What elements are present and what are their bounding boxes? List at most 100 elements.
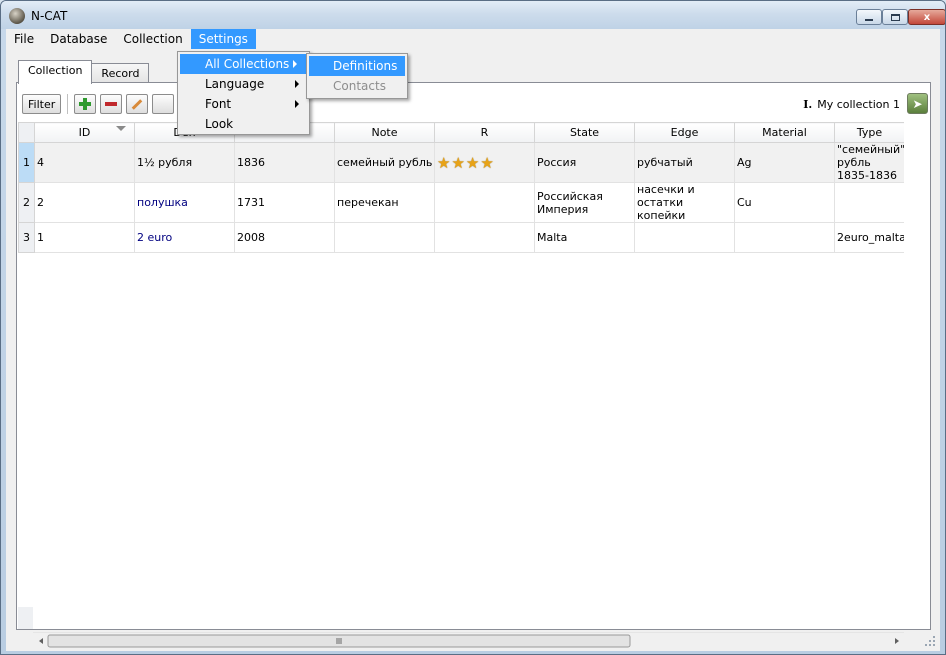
cell-state[interactable]: Россия — [534, 142, 635, 183]
horizontal-scrollbar[interactable] — [33, 632, 904, 649]
tab-strip: Collection Record — [18, 60, 150, 84]
cell-edge[interactable]: рубчатый — [634, 142, 735, 183]
menu-item-font[interactable]: Font — [178, 94, 309, 114]
cell-den[interactable]: 1½ рубля — [134, 142, 235, 183]
collection-name: My collection 1 — [817, 98, 900, 111]
cell-material[interactable]: Ag — [734, 142, 835, 183]
maximize-icon — [890, 13, 900, 21]
cell-id[interactable]: 1 — [34, 222, 135, 253]
app-window: N-CAT x File Database Collection Setting… — [0, 0, 946, 655]
col-header-material[interactable]: Material — [734, 122, 835, 143]
star-icon: ★ — [451, 153, 465, 172]
tab-record[interactable]: Record — [91, 63, 150, 84]
cell-id[interactable]: 4 — [34, 142, 135, 183]
app-coin-icon — [9, 8, 25, 24]
star-icon: ★ — [437, 153, 451, 172]
row-header-strip — [18, 607, 33, 629]
toolbar-button-4[interactable] — [152, 94, 175, 114]
scroll-left-icon[interactable] — [39, 638, 43, 644]
cell-id[interactable]: 2 — [34, 182, 135, 223]
collection-panel: Filter I. My collection 1 ➤ ID Note R St… — [16, 82, 931, 649]
submenu-arrow-icon — [295, 80, 299, 88]
menu-item-label: Font — [205, 97, 232, 111]
table-row[interactable]: 2 2 полушка 1731 перечекан Российская Им… — [18, 182, 904, 223]
submenu-arrow-icon — [295, 100, 299, 108]
cell-rating[interactable] — [434, 182, 535, 223]
star-icon: ★ — [480, 153, 494, 172]
menu-item-contacts[interactable]: Contacts — [307, 76, 407, 96]
menu-item-definitions[interactable]: Definitions — [309, 56, 405, 76]
menu-collection[interactable]: Collection — [115, 29, 190, 49]
star-rating: ★ ★ ★ ★ — [437, 153, 532, 172]
menu-database[interactable]: Database — [42, 29, 115, 49]
col-header-type[interactable]: Type — [834, 122, 904, 143]
menu-item-look[interactable]: Look — [178, 114, 309, 134]
row-number[interactable]: 1 — [18, 142, 35, 183]
collection-number: I. — [803, 98, 813, 111]
edit-record-button[interactable] — [126, 94, 149, 114]
all-collections-submenu: Definitions Contacts — [306, 53, 408, 99]
resize-grip-icon[interactable] — [924, 635, 936, 647]
switch-collection-button[interactable]: ➤ — [907, 93, 928, 114]
maximize-button[interactable] — [882, 9, 908, 25]
submenu-arrow-icon — [293, 60, 297, 68]
col-header-label: ID — [78, 126, 91, 139]
col-header-state[interactable]: State — [534, 122, 635, 143]
table-row[interactable]: 3 1 2 euro 2008 Malta 2euro_malta_2008 — [18, 222, 904, 253]
cell-rating[interactable]: ★ ★ ★ ★ — [434, 142, 535, 183]
toolbar-separator — [67, 94, 69, 114]
cell-year[interactable]: 2008 — [234, 222, 335, 253]
cell-edge[interactable]: насечки и остатки копейки — [634, 182, 735, 223]
menu-item-label: Language — [205, 77, 265, 91]
row-number[interactable]: 2 — [18, 182, 35, 223]
cell-type[interactable]: 2euro_malta_2008 — [834, 222, 904, 253]
cell-year[interactable]: 1731 — [234, 182, 335, 223]
col-header-note[interactable]: Note — [334, 122, 435, 143]
cell-rating[interactable] — [434, 222, 535, 253]
window-title: N-CAT — [31, 9, 68, 23]
toolbar: Filter — [22, 92, 178, 116]
close-icon: x — [923, 11, 931, 23]
cell-note[interactable]: перечекан — [334, 182, 435, 223]
collection-label: I. My collection 1 — [803, 98, 900, 111]
col-header-id[interactable]: ID — [34, 122, 135, 143]
menu-settings[interactable]: Settings — [190, 29, 256, 49]
cell-den[interactable]: 2 euro — [134, 222, 235, 253]
star-icon: ★ — [465, 153, 480, 172]
cell-den[interactable]: полушка — [134, 182, 235, 223]
cell-material[interactable]: Cu — [734, 182, 835, 223]
col-header-rating[interactable]: R — [434, 122, 535, 143]
table-row[interactable]: 1 4 1½ рубля 1836 семейный рубль ★ ★ ★ ★ Ро… — [18, 142, 904, 183]
filter-button[interactable]: Filter — [22, 94, 62, 114]
add-record-button[interactable] — [74, 94, 97, 114]
sort-desc-icon — [116, 126, 126, 131]
grid-corner[interactable] — [18, 122, 35, 143]
cell-material[interactable] — [734, 222, 835, 253]
scroll-right-icon[interactable] — [895, 638, 899, 644]
delete-record-button[interactable] — [100, 94, 123, 114]
menu-item-language[interactable]: Language — [178, 74, 309, 94]
cell-state[interactable]: Malta — [534, 222, 635, 253]
pencil-icon — [131, 98, 143, 110]
cell-type[interactable] — [834, 182, 904, 223]
col-header-edge[interactable]: Edge — [634, 122, 735, 143]
minus-icon — [105, 102, 118, 106]
cell-year[interactable]: 1836 — [234, 142, 335, 183]
records-table: ID Den Note R State Edge Material Type — [18, 122, 904, 253]
minimize-button[interactable] — [856, 9, 882, 25]
close-button[interactable]: x — [908, 9, 945, 25]
cell-note[interactable]: семейный рубль — [334, 142, 435, 183]
tab-collection[interactable]: Collection — [18, 60, 93, 84]
row-number[interactable]: 3 — [18, 222, 35, 253]
cell-note[interactable] — [334, 222, 435, 253]
menu-file[interactable]: File — [6, 29, 42, 49]
cell-state[interactable]: Российская Империя — [534, 182, 635, 223]
menu-item-label: All Collections — [205, 57, 290, 71]
main-area: Collection Record Filter I. My collection… — [6, 49, 940, 651]
minimize-icon — [865, 19, 873, 21]
cell-type[interactable]: "семейный" рубль 1835-1836 — [834, 142, 904, 183]
scrollbar-graphic — [39, 634, 899, 648]
title-bar[interactable]: N-CAT x — [1, 1, 945, 29]
menu-item-all-collections[interactable]: All Collections — [180, 54, 307, 74]
cell-edge[interactable] — [634, 222, 735, 253]
